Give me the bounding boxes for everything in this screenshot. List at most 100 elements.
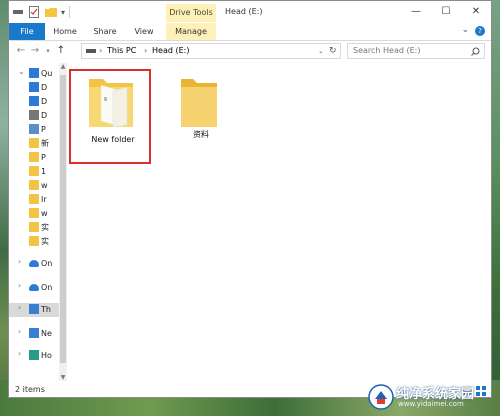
download-icon	[29, 96, 39, 106]
minimize-button[interactable]: —	[401, 1, 431, 23]
sidebar-item[interactable]: 新	[9, 137, 59, 151]
expand-chevron-icon[interactable]: ›	[18, 349, 21, 358]
expand-chevron-icon[interactable]: ›	[18, 303, 21, 312]
quick-access-toolbar: ▾	[13, 5, 74, 19]
file-item-ziliao[interactable]: 资料	[161, 67, 241, 159]
watermark-logo-icon	[368, 384, 394, 410]
sidebar-item[interactable]: 1	[9, 165, 59, 179]
forward-arrow-icon[interactable]: →	[29, 44, 41, 58]
breadcrumb-separator-icon: ›	[144, 46, 148, 55]
sidebar-item-label: w	[41, 181, 48, 190]
sidebar-item[interactable]: › Th	[9, 303, 59, 317]
refresh-icon[interactable]: ↻	[329, 44, 337, 58]
navigation-pane-scrollbar[interactable]: ▲ ▼	[59, 63, 67, 381]
search-box[interactable]: Search Head (E:)	[347, 43, 485, 59]
onedrive-icon	[29, 260, 39, 267]
properties-icon[interactable]	[29, 6, 39, 18]
sidebar-item-label: D	[41, 111, 48, 120]
network-icon	[29, 328, 39, 338]
close-button[interactable]: ✕	[461, 1, 491, 23]
expand-chevron-icon[interactable]: ›	[18, 281, 21, 290]
new-folder-icon[interactable]	[45, 7, 57, 17]
address-bar[interactable]: › This PC › Head (E:) ⌄ ↻	[81, 43, 341, 59]
tab-manage[interactable]: Manage	[166, 23, 216, 40]
expand-chevron-icon[interactable]: ›	[18, 257, 21, 266]
sidebar-item[interactable]: 实	[9, 221, 59, 235]
scroll-down-icon[interactable]: ▼	[59, 374, 67, 381]
file-explorer-window: ▾ Drive Tools Head (E:) — ☐ ✕ File Home …	[8, 0, 492, 398]
folder-icon	[29, 194, 39, 204]
sidebar-item[interactable]: Ir	[9, 193, 59, 207]
sidebar-item-label: 1	[41, 167, 47, 176]
breadcrumb-this-pc[interactable]: This PC	[107, 44, 136, 58]
file-name: 资料	[193, 130, 209, 139]
sidebar-item-label: Ne	[41, 329, 52, 338]
folder-icon	[29, 152, 39, 162]
watermark-url: www.yidaimei.com	[398, 400, 464, 408]
onedrive-icon	[29, 284, 39, 291]
drive-icon	[13, 10, 23, 14]
maximize-button[interactable]: ☐	[431, 1, 461, 23]
folder-icon	[29, 208, 39, 218]
window-title: Head (E:)	[225, 7, 263, 16]
sidebar-item[interactable]: › On	[9, 257, 59, 271]
sidebar-item[interactable]: 实	[9, 235, 59, 249]
up-arrow-icon[interactable]: ↑	[55, 44, 67, 58]
sidebar-item-label: 实	[41, 237, 49, 246]
sidebar-item-label: Ho	[41, 351, 52, 360]
sidebar-item[interactable]: D	[9, 95, 59, 109]
sidebar-item[interactable]: P	[9, 123, 59, 137]
drive-tools-context-label: Drive Tools	[166, 4, 216, 22]
breadcrumb-separator-icon: ›	[99, 46, 103, 55]
sidebar-item-label: D	[41, 83, 48, 92]
tab-view[interactable]: View	[127, 23, 161, 40]
folder-icon	[89, 79, 133, 128]
sidebar-item[interactable]: D	[9, 81, 59, 95]
customize-toolbar-chevron-icon[interactable]: ▾	[61, 8, 65, 17]
tab-file[interactable]: File	[9, 23, 45, 40]
sidebar-item-label: w	[41, 209, 48, 218]
ribbon-tabs: File Home Share View Manage ⌄ ?	[9, 23, 491, 41]
sidebar-item[interactable]: w	[9, 207, 59, 221]
sidebar-item-label: 实	[41, 223, 49, 232]
help-icon[interactable]: ?	[475, 26, 485, 36]
sidebar-item[interactable]: › On	[9, 281, 59, 295]
sidebar-item-label: Th	[41, 305, 51, 314]
back-arrow-icon[interactable]: ←	[15, 44, 27, 58]
tab-home[interactable]: Home	[47, 23, 83, 40]
folder-icon	[181, 79, 217, 127]
expand-chevron-icon[interactable]: ⌄	[18, 67, 25, 76]
sidebar-item-label: Ir	[41, 195, 47, 204]
drive-icon	[86, 49, 96, 53]
file-item-new-folder[interactable]: New folder	[73, 67, 153, 159]
search-input[interactable]: Search Head (E:)	[353, 44, 420, 58]
documents-icon	[29, 110, 39, 120]
expand-ribbon-icon[interactable]: ⌄	[461, 25, 469, 35]
folder-icon	[29, 180, 39, 190]
sidebar-item[interactable]: D	[9, 109, 59, 123]
scrollbar-thumb[interactable]	[60, 75, 66, 363]
sidebar-item-label: 新	[41, 139, 49, 148]
address-history-chevron-icon[interactable]: ⌄	[318, 44, 324, 58]
sidebar-item-label: D	[41, 97, 48, 106]
sidebar-item-label: Qu	[41, 69, 53, 78]
sidebar-item-label: On	[41, 283, 53, 292]
sidebar-item[interactable]: P	[9, 151, 59, 165]
minimize-icon: —	[411, 6, 421, 17]
expand-chevron-icon[interactable]: ›	[18, 327, 21, 336]
close-icon: ✕	[471, 6, 481, 17]
sidebar-item[interactable]: ⌄ Qu	[9, 67, 59, 81]
tab-share[interactable]: Share	[87, 23, 123, 40]
desktop-wallpaper-left	[0, 0, 8, 416]
breadcrumb-head-e[interactable]: Head (E:)	[152, 44, 189, 58]
folder-icon	[29, 138, 39, 148]
recent-locations-chevron-icon[interactable]: ▾	[42, 44, 54, 58]
scroll-up-icon[interactable]: ▲	[59, 63, 67, 70]
sidebar-item[interactable]: › Ne	[9, 327, 59, 341]
sidebar-item[interactable]: w	[9, 179, 59, 193]
sidebar-item[interactable]: › Ho	[9, 349, 59, 363]
search-icon[interactable]	[471, 47, 480, 56]
sidebar-item-label: On	[41, 259, 53, 268]
star-icon	[29, 68, 39, 78]
desktop-wallpaper-right	[492, 0, 500, 416]
